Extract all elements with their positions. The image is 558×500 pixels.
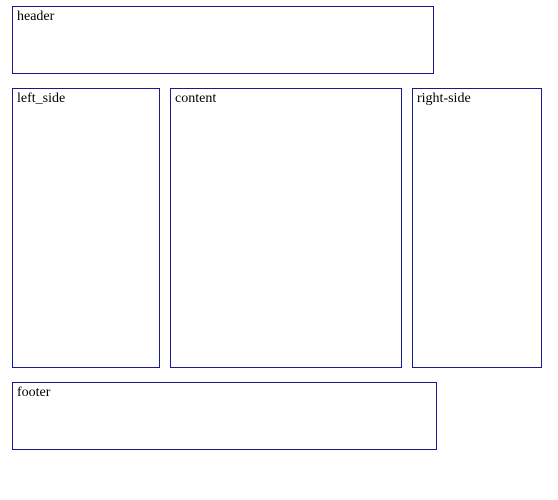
right-side-region: right-side	[412, 88, 542, 368]
content-label: content	[175, 91, 216, 106]
middle-row: left_side content right-side	[12, 88, 552, 368]
footer-label: footer	[17, 385, 50, 400]
left-side-label: left_side	[17, 91, 65, 106]
left-side-region: left_side	[12, 88, 160, 368]
right-side-label: right-side	[417, 91, 471, 106]
content-region: content	[170, 88, 402, 368]
footer-region: footer	[12, 382, 437, 450]
header-region: header	[12, 6, 434, 74]
header-label: header	[17, 9, 54, 24]
